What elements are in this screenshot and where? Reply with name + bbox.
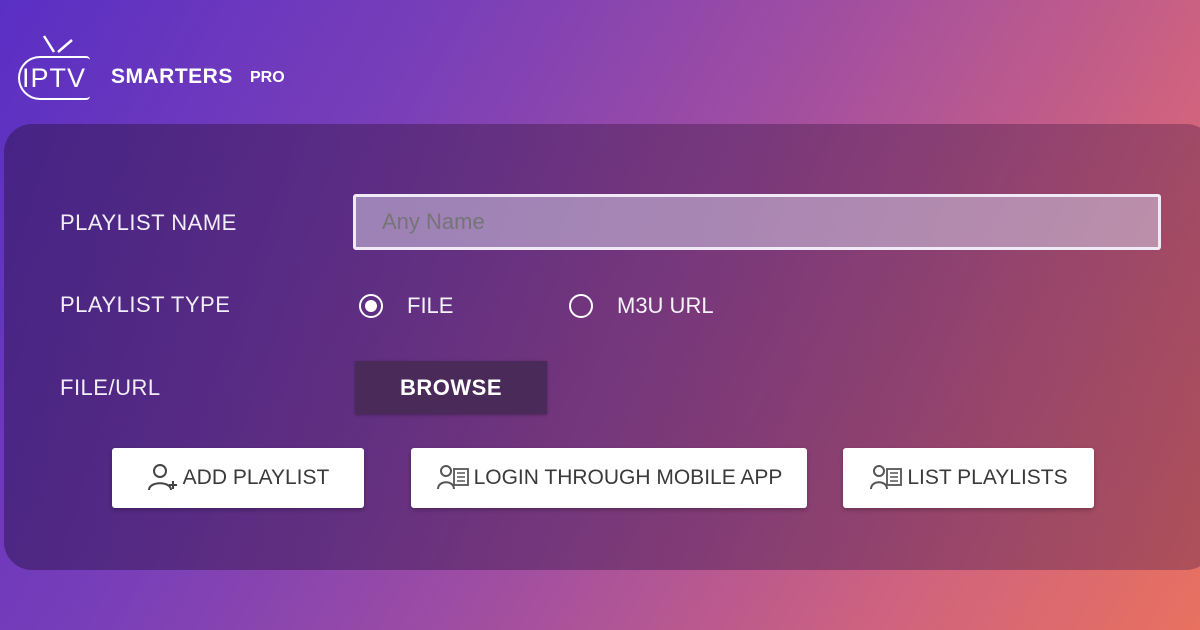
users-list-icon: [436, 465, 469, 490]
playlist-name-input[interactable]: [353, 194, 1161, 250]
users-list-icon: [870, 465, 903, 490]
antenna-icon: [42, 35, 73, 53]
radio-file-label: FILE: [407, 293, 454, 318]
playlist-name-label: PLAYLIST NAME: [60, 210, 237, 235]
radio-m3u-label: M3U URL: [617, 293, 714, 318]
add-playlist-label: ADD PLAYLIST: [182, 466, 330, 489]
logo-pro-text: PRO: [250, 69, 285, 86]
login-mobile-app-button[interactable]: LOGIN THROUGH MOBILE APP: [411, 448, 807, 508]
radio-checked-icon: [359, 294, 383, 318]
browse-button[interactable]: BROWSE: [355, 361, 547, 414]
add-user-icon: [147, 464, 177, 491]
list-playlists-label: LIST PLAYLISTS: [907, 466, 1068, 489]
radio-m3u-url[interactable]: M3U URL: [569, 293, 714, 319]
add-playlist-button[interactable]: ADD PLAYLIST: [112, 448, 364, 508]
logo-iptv-text: IPTV: [22, 63, 87, 93]
list-playlists-button[interactable]: LIST PLAYLISTS: [843, 448, 1094, 508]
playlist-type-label: PLAYLIST TYPE: [60, 292, 231, 317]
logo-smarters-text: SMARTERS: [111, 65, 233, 88]
file-url-label: FILE/URL: [60, 375, 161, 400]
radio-file[interactable]: FILE: [359, 293, 453, 319]
login-mobile-label: LOGIN THROUGH MOBILE APP: [473, 466, 783, 489]
radio-unchecked-icon: [569, 294, 593, 318]
app-logo: IPTV SMARTERS PRO: [18, 34, 288, 104]
